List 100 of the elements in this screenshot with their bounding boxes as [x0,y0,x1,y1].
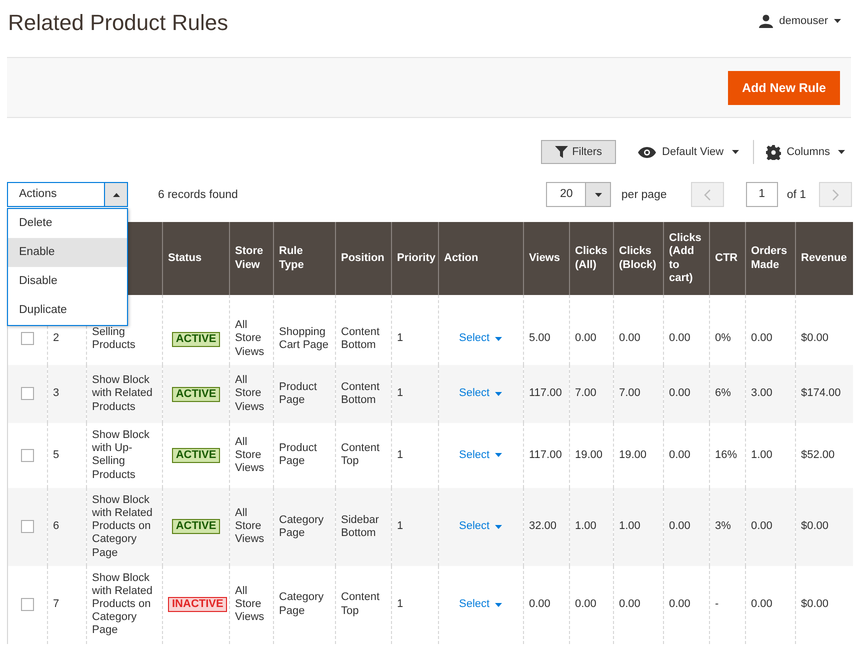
table-cell: All Store Views [235,506,264,546]
table-cell: All Store Views [235,584,264,624]
records-count: 6 records found [158,188,238,200]
caret-icon [594,192,602,196]
table-cell: Show Block with Related Products [92,374,153,413]
row-checkbox[interactable] [21,332,34,346]
caret-icon [112,192,120,196]
caret-icon [494,524,502,529]
table-cell: 117.00 [529,448,562,461]
column-header[interactable]: Views [524,222,570,295]
previous-page-button[interactable] [690,182,724,207]
per-page-label: per page [621,188,667,200]
column-header[interactable]: Position [336,222,392,295]
select-link[interactable]: Select [459,332,502,346]
menu-item[interactable]: Enable [8,238,127,267]
column-header[interactable]: Status [162,222,230,295]
table-cell: All Store Views [235,436,264,474]
table-cell: 0.00 [619,598,640,610]
column-header[interactable]: Action [438,222,524,295]
column-header[interactable]: Revenue [796,222,852,295]
filter-icon [555,146,568,158]
table-cell: 2 [53,332,60,344]
table-cell: 5.00 [529,332,550,344]
table-cell: - [715,598,719,610]
table-cell: 0.00 [575,598,596,610]
table-cell: $0.00 [801,332,829,344]
menu-item[interactable]: Duplicate [8,296,127,325]
table-cell: 0.00 [751,520,772,532]
column-header[interactable]: CTR [710,222,746,295]
table-cell: Show Block with Related Products on Category Page [92,494,153,558]
table-cell: 3% [715,520,731,532]
user-menu[interactable]: demouser [759,10,841,28]
table-cell: 5 [53,448,60,461]
row-checkbox[interactable] [21,448,34,462]
page-total: of 1 [786,188,806,200]
caret-icon [732,150,739,154]
menu-item[interactable]: Delete [8,209,127,238]
table-cell: 6 [53,520,60,532]
chevron-right-icon [832,188,839,200]
actions-dropdown[interactable]: Actions [7,182,128,207]
chevron-left-icon [704,188,711,200]
table-cell: 0.00 [751,332,772,344]
table-cell: 0% [715,332,731,344]
column-header[interactable]: Clicks (Add to cart) [664,222,710,295]
table-cell: 1 [397,387,404,400]
caret-icon [834,19,841,23]
column-header[interactable]: Rule Type [274,222,336,295]
table-cell: Shopping Cart Page [279,326,329,351]
select-link[interactable]: Select [459,387,502,401]
column-header[interactable]: Priority [392,222,438,295]
column-header[interactable]: Clicks (All) [570,222,614,295]
table-cell: Selling Products [92,326,136,351]
row-checkbox[interactable] [21,520,34,533]
caret-icon [838,150,845,154]
table-cell: $0.00 [801,520,829,532]
table-cell: All Store Views [235,374,264,413]
caret-icon [494,392,502,396]
status-badge: ACTIVE [172,448,220,463]
menu-item[interactable]: Disable [8,267,127,296]
filters-button[interactable]: Filters [541,140,616,164]
table-cell: Content Top [341,591,380,617]
row-checkbox[interactable] [21,598,34,611]
status-badge: ACTIVE [172,519,220,534]
per-page-select[interactable]: 20 [546,182,612,207]
table-cell: Product Page [279,380,317,406]
table-cell: 0.00 [575,332,596,344]
select-link[interactable]: Select [459,598,502,612]
table-cell: 117.00 [529,387,562,400]
columns-control[interactable]: Columns [766,144,845,160]
table-cell: 3.00 [751,387,772,400]
table-cell: $0.00 [801,598,829,610]
gear-icon [766,144,781,160]
table-cell: 7.00 [619,387,640,400]
view-switcher[interactable]: Default View [638,146,739,158]
table-cell: 0.00 [619,332,640,344]
eye-icon [638,146,656,158]
page-number-field[interactable]: 1 [746,182,778,207]
add-new-rule-button[interactable]: Add New Rule [728,70,840,104]
user-icon [759,14,774,28]
column-header[interactable]: Store View [230,222,274,295]
table-cell: All Store Views [235,319,264,358]
status-badge: INACTIVE [168,597,228,612]
column-header[interactable]: Clicks (Block) [614,222,664,295]
next-page-button[interactable] [819,182,852,207]
table-cell: 0.00 [529,598,550,610]
column-header[interactable]: Orders Made [746,222,796,295]
table-cell: Sidebar Bottom [341,514,379,539]
table-cell: 0.00 [669,520,690,532]
select-link[interactable]: Select [459,448,502,462]
table-cell: 0.00 [751,598,772,610]
table-cell: Category Page [279,514,324,539]
status-badge: ACTIVE [172,386,220,402]
row-checkbox[interactable] [21,387,34,400]
table-cell: 32.00 [529,520,557,532]
table-cell: Show Block with Related Products on Category Page [92,572,153,636]
table-cell: 19.00 [619,448,647,461]
table-cell: 0.00 [669,598,690,610]
table-cell: 16% [715,448,738,461]
status-badge: ACTIVE [172,332,220,346]
select-link[interactable]: Select [459,520,502,534]
